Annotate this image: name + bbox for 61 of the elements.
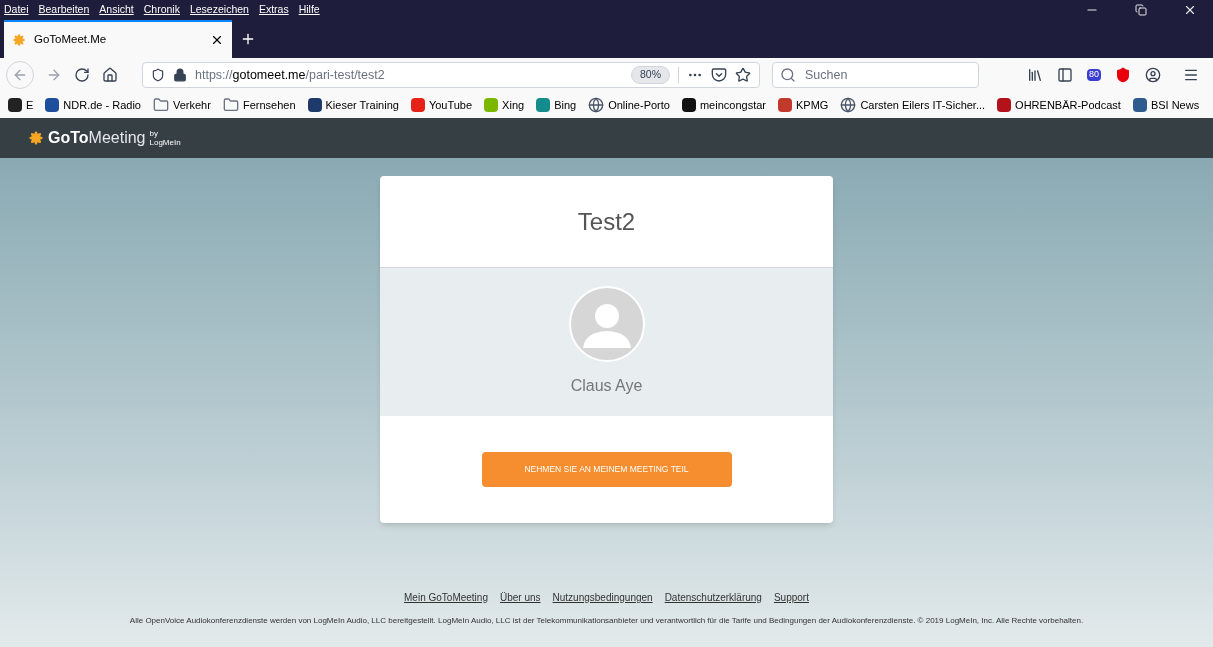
pocket-icon[interactable] xyxy=(711,67,727,83)
star-icon[interactable] xyxy=(735,67,751,83)
bookmark-link[interactable]: E xyxy=(26,96,34,114)
library-icon[interactable] xyxy=(1027,67,1043,83)
bookmark-link[interactable]: NDR.de - Radio xyxy=(63,96,141,114)
bookmark-link[interactable]: YouTube xyxy=(428,96,473,114)
search-icon xyxy=(780,67,796,83)
menu-icon[interactable] xyxy=(1183,67,1199,83)
folder-icon xyxy=(153,97,169,113)
asterisk-icon xyxy=(12,33,26,47)
bookmark-link[interactable]: BSI News xyxy=(1150,96,1200,114)
tab-title: GoToMeet.Me xyxy=(34,32,107,48)
asterisk-logo-icon xyxy=(28,130,44,146)
menu-item[interactable]: Datei xyxy=(4,2,29,18)
bookmark-link[interactable]: Online-Porto xyxy=(608,96,670,114)
sidebar-icon[interactable] xyxy=(1057,67,1073,83)
legal-notice: Alle OpenVoice Audiokonferenzdienste werden von LogMeIn Audio, LLC bereitgestellt. LogMeIn Audio, LLC ist der Telekommunikationsanbieter und verantwortlich für die Tarife und Bedingungen der Audiokonferenzdienste. © 2019 LogMeIn, Inc. Alle Rechte vorbehalten. xyxy=(129,615,1084,627)
folder-icon xyxy=(222,97,239,113)
globe-icon xyxy=(840,97,857,113)
shield-icon xyxy=(151,68,165,82)
bookmark-link[interactable]: Verkehr xyxy=(173,96,211,114)
shield-icon[interactable] xyxy=(1115,67,1131,83)
brand-byline: by LogMeIn xyxy=(149,129,181,147)
menu-item[interactable]: Chronik xyxy=(143,2,180,18)
avatar-silhouette-icon xyxy=(568,286,645,362)
menu-item[interactable]: Bearbeiten xyxy=(38,2,90,18)
browser-tab[interactable]: GoToMeet.Me xyxy=(4,20,232,58)
url-text: https://gotomeet.me/pari-test/test2 xyxy=(195,66,385,84)
bookmark-link[interactable]: Carsten Eilers IT-Sicher... xyxy=(860,96,986,114)
account-icon[interactable] xyxy=(1145,67,1161,83)
footer-link[interactable]: Über uns xyxy=(499,590,541,605)
footer-link[interactable]: Datenschutzerklärung xyxy=(664,590,762,605)
menu-item[interactable]: Hilfe xyxy=(298,2,320,18)
menu-item[interactable]: Lesezeichen xyxy=(189,2,249,18)
bookmark-link[interactable]: meincongstar xyxy=(699,96,766,114)
bookmark-link[interactable]: OHRENBÄR-Podcast xyxy=(1015,96,1121,114)
organizer-name: Claus Aye xyxy=(570,376,643,396)
address-field[interactable]: https://gotomeet.me/pari-test/test2 80% xyxy=(142,62,760,88)
close-icon[interactable] xyxy=(1183,3,1197,17)
lock-icon xyxy=(173,68,187,82)
brand-logo[interactable]: GoToMeeting xyxy=(48,126,146,150)
close-tab-icon[interactable] xyxy=(210,33,224,47)
bookmark-link[interactable]: Fernsehen xyxy=(242,96,296,114)
footer-link[interactable]: Support xyxy=(773,590,809,605)
meeting-title: Test2 xyxy=(577,206,636,237)
menu-item[interactable]: Ansicht xyxy=(99,2,134,18)
reload-icon[interactable] xyxy=(74,67,90,83)
search-field[interactable]: Suchen xyxy=(772,62,979,88)
zoom-badge[interactable]: 80% xyxy=(631,66,670,84)
extension-badge[interactable]: 80 xyxy=(1087,69,1101,81)
menu-item[interactable]: Extras xyxy=(258,2,289,18)
home-icon[interactable] xyxy=(102,67,118,83)
bookmark-link[interactable]: Bing xyxy=(554,96,577,114)
footer-link[interactable]: Nutzungsbedingungen xyxy=(552,590,653,605)
bookmark-link[interactable]: Kieser Training xyxy=(325,96,399,114)
restore-icon[interactable] xyxy=(1135,4,1147,16)
globe-icon xyxy=(588,97,605,113)
bookmark-link[interactable]: KPMG xyxy=(796,96,829,114)
new-tab-icon[interactable] xyxy=(240,31,256,47)
footer-link[interactable]: Mein GoToMeeting xyxy=(404,590,488,605)
bookmark-link[interactable]: Xing xyxy=(502,96,525,114)
